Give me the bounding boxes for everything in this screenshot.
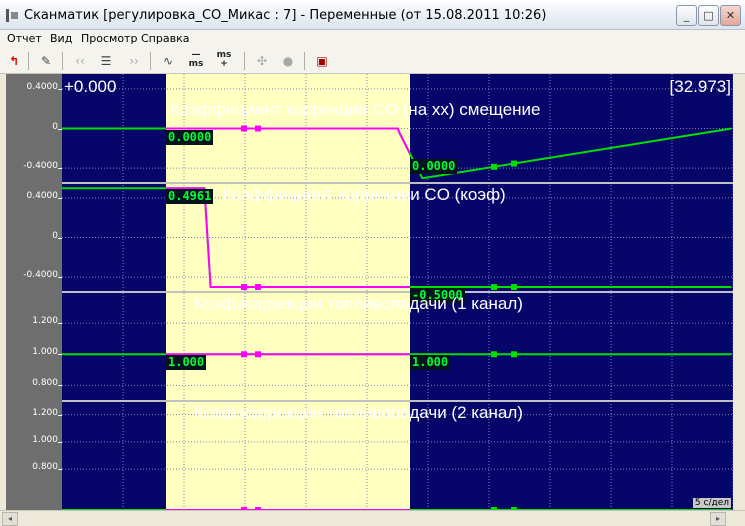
series-marker <box>511 160 517 167</box>
forward-icon[interactable]: ›› <box>124 51 144 71</box>
y-tick-label: 1.000 <box>32 347 58 358</box>
chart-area: 0.4000 0 -0.4000 0.4000 0 -0.4000 1.200 1.000 0.… <box>6 74 733 510</box>
maximize-button[interactable]: □ <box>698 5 719 26</box>
series-marker <box>255 125 261 132</box>
y-tick-label: 0.800 <box>32 378 58 389</box>
series-marker <box>511 351 517 358</box>
y-tick-label: 0 <box>52 230 58 241</box>
title-bar: Сканматик [регулировка_CO_Микас : 7] - П… <box>0 0 745 30</box>
back-icon[interactable]: ‹‹ <box>70 51 90 71</box>
marker-icon[interactable]: ✣ <box>252 51 272 71</box>
panel-title: Коэф.коррекции топливоподачи (2 канал) <box>194 403 523 422</box>
chart-svg <box>62 74 733 510</box>
value-label: 0.4961 <box>166 189 214 205</box>
y-tick-label: 0.800 <box>32 462 58 473</box>
y-axis-column: 0.4000 0 -0.4000 0.4000 0 -0.4000 1.200 1.000 0.… <box>6 74 62 510</box>
series-marker <box>255 351 261 358</box>
toolbar-separator <box>150 52 151 70</box>
save-icon[interactable]: ▣ <box>312 51 332 71</box>
y-tick-label: 0.4000 <box>26 190 59 201</box>
menu-report[interactable]: Отчет <box>7 32 42 45</box>
horizontal-scrollbar[interactable]: ◂ ▸ <box>0 510 745 526</box>
y-tick-label: 1.000 <box>32 434 58 445</box>
scale-badge: 5 с/дел <box>692 498 731 508</box>
value-label: 1.000 <box>410 355 451 371</box>
record-icon[interactable]: ● <box>278 51 298 71</box>
edit-icon[interactable]: ✎ <box>36 51 56 71</box>
toolbar: ↰ ✎ ‹‹ ☰ ›› ∿ — ms ms + ✣ ● ▣ <box>0 48 745 74</box>
value-label: 1.000 <box>166 355 207 371</box>
menu-view[interactable]: Вид <box>50 32 72 45</box>
toolbar-separator <box>28 52 29 70</box>
series-marker <box>491 163 497 170</box>
value-label: 0.0000 <box>410 158 458 174</box>
panel-title: Коэффициент коррекции CO (коэф) <box>222 185 506 204</box>
wave-icon[interactable]: ∿ <box>158 51 178 71</box>
app-icon <box>6 9 18 22</box>
series-marker <box>241 125 247 132</box>
series-marker <box>511 284 517 291</box>
vertical-scrollbar[interactable] <box>733 74 745 510</box>
panel-title: Коэф.коррекции топливоподачи (1 канал) <box>194 294 523 313</box>
scroll-right-icon[interactable]: ▸ <box>710 512 726 526</box>
close-button[interactable]: ✕ <box>720 5 741 26</box>
series-marker <box>491 284 497 291</box>
ms-minus-icon[interactable]: — ms <box>186 51 206 71</box>
series-marker <box>241 351 247 358</box>
menu-bar: Отчет Вид Просмотр Справка <box>0 30 745 48</box>
window-title: Сканматик [регулировка_CO_Микас : 7] - П… <box>24 8 547 23</box>
value-label: 0.0000 <box>166 129 214 145</box>
y-tick-label: 0 <box>52 121 58 132</box>
ms-minus-label: ms <box>188 59 204 69</box>
y-tick-label: 1.200 <box>32 407 58 418</box>
toolbar-separator <box>304 52 305 70</box>
y-tick-label: 1.200 <box>32 316 58 327</box>
toolbar-separator <box>62 52 63 70</box>
menu-help[interactable]: Справка <box>141 32 189 45</box>
start-time: +0.000 <box>64 77 117 96</box>
minimize-button[interactable]: _ <box>676 5 697 26</box>
list-icon[interactable]: ☰ <box>96 51 116 71</box>
panel-title: Коэффициент коррекции CO (на хх) смещени… <box>170 100 541 119</box>
y-tick-label: -0.4000 <box>23 161 58 172</box>
exit-icon[interactable]: ↰ <box>4 51 24 71</box>
series-marker <box>241 284 247 291</box>
y-tick-label: -0.4000 <box>23 270 58 281</box>
end-time: [32.973] <box>669 77 731 96</box>
ms-plus-icon[interactable]: ms + <box>214 51 234 71</box>
series-marker <box>255 284 261 291</box>
scroll-left-icon[interactable]: ◂ <box>2 512 18 526</box>
series-marker <box>491 351 497 358</box>
y-tick-label: 0.4000 <box>26 81 59 92</box>
toolbar-separator <box>244 52 245 70</box>
plot-area[interactable]: +0.000 [32.973] 5 с/дел Коэффициент корр… <box>62 74 733 510</box>
menu-browse[interactable]: Просмотр <box>81 32 137 45</box>
ms-plus-sign: + <box>220 59 228 69</box>
